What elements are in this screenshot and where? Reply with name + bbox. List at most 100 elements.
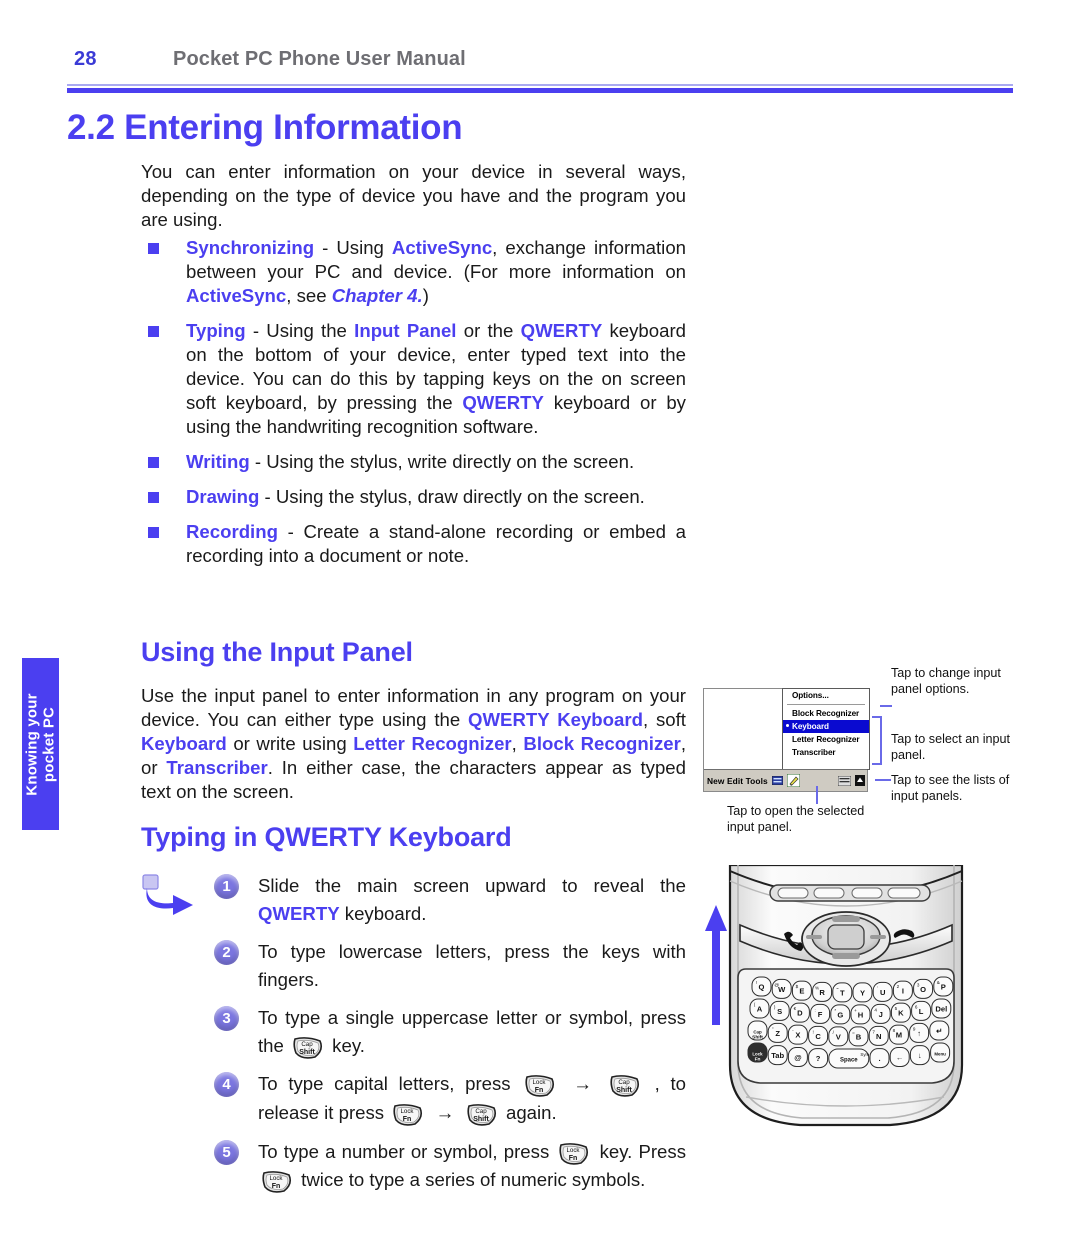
screenshot-toolbar: New Edit Tools: [704, 769, 867, 791]
svg-text:Fn: Fn: [272, 1183, 281, 1190]
svg-text:Q: Q: [759, 983, 765, 992]
svg-text:←: ←: [896, 1053, 904, 1062]
svg-text:Lock: Lock: [401, 1108, 415, 1115]
svg-text:Fn: Fn: [755, 1057, 761, 1063]
svg-text:G: G: [837, 1010, 843, 1019]
svg-text:T: T: [840, 988, 845, 997]
svg-text:I: I: [902, 987, 904, 996]
text-run: key.: [327, 1035, 365, 1056]
svg-text:&: &: [937, 980, 940, 985]
highlight-term: Letter Recognizer: [353, 733, 512, 754]
highlight-term: Block Recognizer: [523, 733, 681, 754]
svg-text:M: M: [896, 1031, 902, 1040]
text-run: keyboard.: [339, 903, 427, 924]
menu-item-block-recognizer[interactable]: Block Recognizer: [783, 707, 869, 720]
step-item-2: 2 To type lowercase letters, press the ke…: [214, 938, 686, 994]
svg-text:Space: Space: [840, 1058, 858, 1064]
highlight-term: ActiveSync: [186, 285, 287, 306]
highlight-term: Writing: [186, 451, 250, 472]
leader-line-see-lists: [875, 779, 891, 781]
svg-text:Z: Z: [775, 1029, 780, 1038]
highlight-term: QWERTY: [520, 320, 603, 341]
svg-text::: :: [814, 1007, 815, 1012]
text-run: twice to type a series of numeric symbol…: [296, 1169, 646, 1190]
callout-see-lists: Tap to see the lists of input panels.: [891, 773, 1010, 803]
svg-text:3: 3: [917, 982, 920, 987]
menu-item-options[interactable]: Options...: [783, 689, 869, 702]
svg-text:!: !: [812, 1029, 813, 1034]
heading-using-input-panel: Using the Input Panel: [141, 637, 413, 667]
svg-text:D: D: [797, 1009, 803, 1018]
step-number-badge: 1: [214, 874, 239, 899]
highlight-term: Recording: [186, 521, 278, 542]
step-text: To type a single uppercase letter or sym…: [258, 1004, 686, 1060]
entry-methods-list: Synchronizing - Using ActiveSync, exchan…: [141, 236, 686, 568]
section-title: 2.2 Entering Information: [67, 108, 463, 147]
svg-text:@: @: [794, 1053, 801, 1062]
step-text: To type a number or symbol, press Lock Fn…: [258, 1138, 686, 1194]
svg-text:Lock: Lock: [269, 1175, 283, 1182]
bullet-square-icon: [148, 326, 159, 337]
step-item-3: 3 To type a single uppercase letter or sy…: [214, 1004, 686, 1060]
callout-select-panel: Tap to select an input panel.: [891, 732, 1011, 762]
svg-text:*: *: [834, 1008, 836, 1013]
menu-item-letter-recognizer[interactable]: Letter Recognizer: [783, 733, 869, 746]
stylus-pen-icon[interactable]: [786, 774, 800, 787]
step-text: To type capital letters, press Lock Fn → …: [258, 1070, 686, 1128]
side-tab-line-1: Knowing your: [23, 693, 40, 796]
svg-text:€: €: [794, 1006, 797, 1011]
svg-text:E: E: [799, 987, 804, 996]
text-run: ,: [511, 733, 524, 754]
svg-text:5: 5: [895, 1006, 898, 1011]
list-item-synchronizing: Synchronizing - Using ActiveSync, exchan…: [141, 236, 686, 308]
key-glyph-cap-shift: Cap Shift: [608, 1073, 642, 1098]
svg-text:+: +: [854, 1008, 857, 1013]
input-panel-icon[interactable]: [838, 775, 851, 786]
list-item-recording: Recording - Create a stand-alone recordi…: [141, 520, 686, 568]
step-text: Slide the main screen upward to reveal t…: [258, 872, 686, 928]
list-item-text: Drawing - Using the stylus, draw directl…: [186, 485, 686, 509]
keyboard-small-icon[interactable]: [771, 776, 783, 785]
svg-text:Shift: Shift: [616, 1087, 632, 1094]
manual-title: Pocket PC Phone User Manual: [173, 48, 466, 70]
input-panel-chevron-up-icon[interactable]: [855, 775, 865, 786]
svg-text:Shift: Shift: [299, 1049, 315, 1056]
svg-text:$: $: [796, 984, 799, 989]
heading-typing-qwerty: Typing in QWERTY Keyboard: [141, 822, 512, 852]
side-tab-knowing-your-pocket-pc: Knowing your pocket PC: [22, 658, 59, 830]
highlight-term: Input Panel: [354, 320, 457, 341]
bullet-square-icon: [148, 527, 159, 538]
svg-text:Cap: Cap: [753, 1030, 762, 1035]
text-run: - Using the stylus, draw directly on the…: [259, 486, 645, 507]
list-item-typing: Typing - Using the Input Panel or the QW…: [141, 319, 686, 439]
svg-text:B: B: [856, 1032, 862, 1041]
menu-item-keyboard[interactable]: Keyboard: [783, 720, 869, 733]
bullet-square-icon: [148, 243, 159, 254]
list-item-text: Writing - Using the stylus, write direct…: [186, 450, 686, 474]
callout-change-options: Tap to change input panel options.: [891, 666, 1001, 696]
input-panel-context-menu[interactable]: Options... Block Recognizer Keyboard Let…: [782, 688, 870, 770]
svg-text:4: 4: [874, 1007, 877, 1012]
svg-text:Del: Del: [935, 1005, 947, 1014]
text-run: To type lowercase letters, press the key…: [258, 941, 686, 990]
svg-text:!: !: [756, 980, 757, 985]
key-glyph-lock-fn: Lock Fn: [523, 1073, 557, 1098]
key-glyph-lock-fn: Lock Fn: [557, 1141, 591, 1166]
step-item-4: 4 To type capital letters, press Lock Fn →…: [214, 1070, 686, 1128]
menu-item-transcriber[interactable]: Transcriber: [783, 746, 869, 759]
list-item-writing: Writing - Using the stylus, write direct…: [141, 450, 686, 474]
svg-text:F: F: [818, 1010, 823, 1019]
text-run: key. Press: [593, 1141, 686, 1162]
svg-text:Y: Y: [860, 988, 865, 997]
svg-text:': ': [877, 985, 878, 990]
toolbar-menus-label[interactable]: New Edit Tools: [707, 776, 768, 786]
text-run: - Using: [314, 237, 392, 258]
step-number-badge: 3: [214, 1006, 239, 1031]
svg-text:Fn: Fn: [403, 1116, 412, 1123]
bullet-square-icon: [148, 492, 159, 503]
svg-text:9: 9: [913, 1026, 916, 1031]
list-item-text: Synchronizing - Using ActiveSync, exchan…: [186, 236, 686, 308]
highlight-term: QWERTY: [258, 903, 340, 924]
step-number-badge: 5: [214, 1140, 239, 1165]
text-run: - Using the: [245, 320, 355, 341]
